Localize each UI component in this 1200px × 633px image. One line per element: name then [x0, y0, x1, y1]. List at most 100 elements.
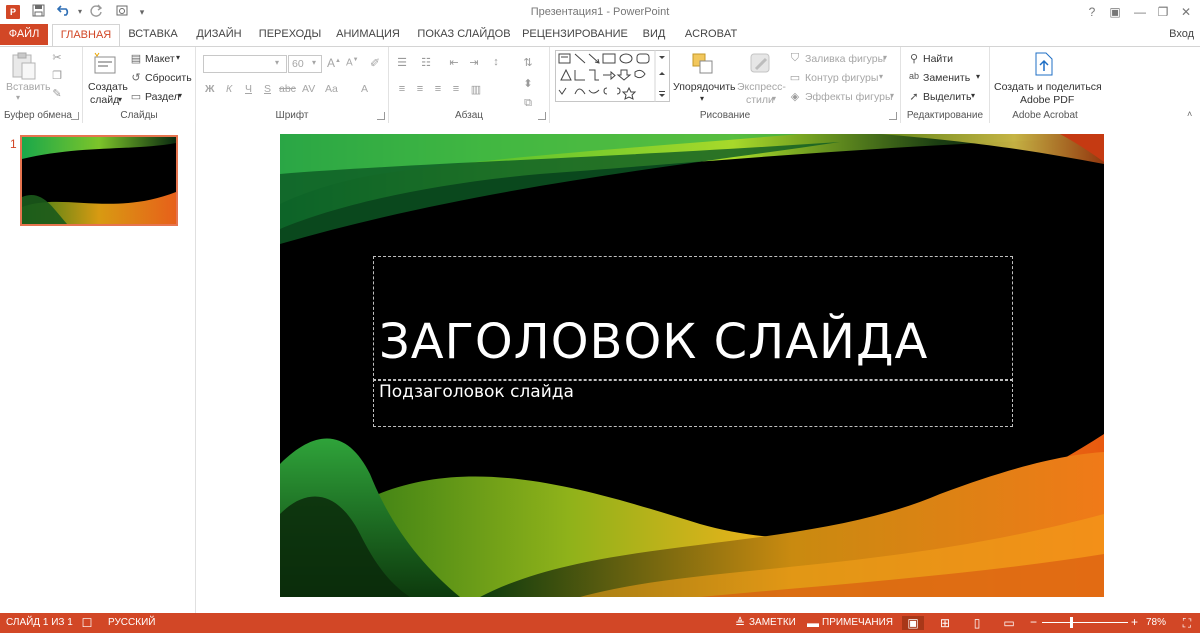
line-spacing-icon[interactable]: ↕: [489, 56, 503, 68]
font-name-dropdown-icon[interactable]: ▾: [275, 58, 279, 67]
section-icon[interactable]: ▭: [129, 90, 143, 103]
strikethrough-button[interactable]: abc: [279, 83, 296, 95]
quick-styles-label-2[interactable]: стили: [746, 94, 774, 106]
increase-indent-icon[interactable]: ⇥: [467, 56, 481, 69]
tab-home[interactable]: ГЛАВНАЯ: [52, 24, 120, 47]
create-pdf-icon[interactable]: [1032, 51, 1056, 80]
tab-animations[interactable]: АНИМАЦИЯ: [330, 24, 406, 45]
replace-dropdown-icon[interactable]: ▾: [976, 72, 980, 81]
copy-icon[interactable]: ❐: [50, 69, 64, 82]
find-button[interactable]: Найти: [923, 53, 953, 65]
normal-view-icon[interactable]: ▣: [902, 616, 924, 630]
font-color-button[interactable]: A: [361, 83, 368, 95]
paste-icon[interactable]: [10, 51, 38, 84]
paragraph-launcher-icon[interactable]: [538, 112, 546, 120]
fit-slide-icon[interactable]: ⛶: [1180, 616, 1194, 630]
restore-button[interactable]: ❐: [1154, 3, 1172, 21]
find-icon[interactable]: ⚲: [907, 52, 921, 65]
tab-review[interactable]: РЕЦЕНЗИРОВАНИЕ: [522, 24, 628, 45]
new-slide-dropdown-icon[interactable]: ▾: [118, 95, 122, 104]
comments-icon[interactable]: ▬: [806, 616, 820, 630]
zoom-level[interactable]: 78%: [1146, 617, 1166, 628]
change-case-button[interactable]: Aa: [325, 83, 338, 95]
select-button[interactable]: Выделить: [923, 91, 971, 103]
shadow-button[interactable]: S: [264, 83, 271, 95]
shape-fill-icon[interactable]: ⛉: [788, 52, 802, 65]
shape-fill-button[interactable]: Заливка фигуры: [805, 53, 885, 65]
reading-view-icon[interactable]: ▯: [970, 616, 984, 630]
tab-view[interactable]: ВИД: [634, 24, 674, 45]
slide-title-text[interactable]: ЗАГОЛОВОК СЛАЙДА: [379, 314, 928, 370]
slide-canvas[interactable]: ЗАГОЛОВОК СЛАЙДА Подзаголовок слайда: [280, 134, 1104, 597]
align-right-icon[interactable]: ≡: [431, 83, 445, 95]
numbering-icon[interactable]: ☷: [419, 56, 433, 69]
slide-subtitle-text[interactable]: Подзаголовок слайда: [379, 382, 574, 402]
justify-icon[interactable]: ≡: [449, 83, 463, 95]
minimize-button[interactable]: —: [1131, 3, 1149, 21]
shapes-gallery[interactable]: [555, 50, 670, 105]
char-spacing-button[interactable]: AV: [302, 83, 315, 95]
text-direction-icon[interactable]: ⇅: [521, 56, 535, 69]
select-icon[interactable]: ➚: [907, 90, 921, 103]
align-text-icon[interactable]: ⬍: [521, 77, 535, 90]
arrange-label[interactable]: Упорядочить: [673, 81, 735, 93]
quick-styles-dropdown-icon[interactable]: ▾: [772, 94, 776, 103]
tab-file[interactable]: ФАЙЛ: [0, 24, 48, 45]
zoom-slider[interactable]: [1042, 617, 1128, 628]
new-slide-label[interactable]: Создать: [88, 81, 128, 93]
italic-button[interactable]: К: [226, 83, 232, 95]
zoom-out-button[interactable]: −: [1030, 615, 1037, 629]
tab-acrobat[interactable]: ACROBAT: [680, 24, 742, 45]
shape-outline-icon[interactable]: ▭: [788, 71, 802, 84]
tab-insert[interactable]: ВСТАВКА: [122, 24, 184, 45]
shape-fill-dropdown-icon[interactable]: ▾: [883, 53, 887, 62]
language-indicator[interactable]: РУССКИЙ: [108, 617, 155, 628]
tab-design[interactable]: ДИЗАЙН: [190, 24, 248, 45]
replace-icon[interactable]: ab: [907, 71, 921, 81]
clear-formatting-icon[interactable]: ✐: [370, 56, 380, 70]
align-left-icon[interactable]: ≡: [395, 83, 409, 95]
help-button[interactable]: ?: [1083, 3, 1101, 21]
layout-dropdown-icon[interactable]: ▾: [176, 53, 180, 62]
slide-sorter-icon[interactable]: ⊞: [938, 616, 952, 630]
shape-effects-button[interactable]: Эффекты фигуры: [805, 91, 893, 103]
section-button[interactable]: Раздел: [145, 91, 180, 103]
columns-icon[interactable]: ▥: [469, 83, 483, 96]
ribbon-display-options-button[interactable]: ▣: [1106, 3, 1124, 21]
font-launcher-icon[interactable]: [377, 112, 385, 120]
zoom-in-button[interactable]: +: [1131, 615, 1138, 629]
collapse-ribbon-icon[interactable]: ˄: [1187, 109, 1192, 119]
slide-thumbnail[interactable]: [20, 135, 178, 226]
smartart-icon[interactable]: ⧉: [521, 97, 535, 110]
bold-button[interactable]: Ж: [205, 83, 215, 95]
shape-effects-dropdown-icon[interactable]: ▾: [890, 91, 894, 100]
format-painter-icon[interactable]: ✎: [50, 87, 64, 100]
tab-slideshow[interactable]: ПОКАЗ СЛАЙДОВ: [414, 24, 514, 45]
grow-font-icon[interactable]: A▲: [327, 56, 341, 70]
notes-button[interactable]: ЗАМЕТКИ: [749, 617, 796, 628]
quick-styles-icon[interactable]: [748, 51, 774, 80]
close-button[interactable]: ✕: [1177, 3, 1195, 21]
decrease-indent-icon[interactable]: ⇤: [447, 56, 461, 69]
slideshow-icon[interactable]: ▭: [1002, 616, 1016, 630]
shape-effects-icon[interactable]: ◈: [788, 90, 802, 103]
arrange-icon[interactable]: [690, 51, 716, 80]
tab-transitions[interactable]: ПЕРЕХОДЫ: [256, 24, 324, 45]
notes-icon[interactable]: ≜: [733, 616, 747, 630]
drawing-launcher-icon[interactable]: [889, 112, 897, 120]
paste-dropdown-icon[interactable]: ▾: [16, 93, 20, 102]
underline-button[interactable]: Ч: [245, 83, 252, 95]
layout-icon[interactable]: ▤: [129, 52, 143, 65]
spelling-check-icon[interactable]: ☐: [80, 616, 94, 630]
replace-button[interactable]: Заменить: [923, 72, 970, 84]
layout-button[interactable]: Макет: [145, 53, 175, 65]
shape-outline-dropdown-icon[interactable]: ▾: [879, 72, 883, 81]
paste-button-label[interactable]: Вставить: [6, 81, 51, 93]
sign-in-link[interactable]: Вход: [1169, 28, 1194, 40]
reset-button[interactable]: Сбросить: [145, 72, 192, 84]
align-center-icon[interactable]: ≡: [413, 83, 427, 95]
cut-icon[interactable]: ✂: [50, 51, 64, 64]
comments-button[interactable]: ПРИМЕЧАНИЯ: [822, 617, 893, 628]
font-size-dropdown-icon[interactable]: ▾: [312, 58, 316, 67]
section-dropdown-icon[interactable]: ▾: [178, 91, 182, 100]
